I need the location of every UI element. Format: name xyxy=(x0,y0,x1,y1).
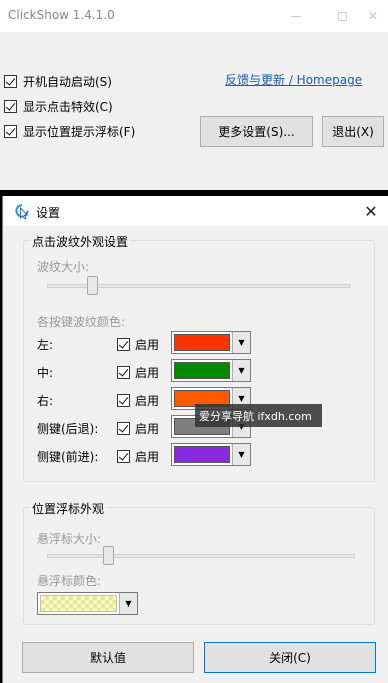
ripple-group-title: 点击波纹外观设置 xyxy=(30,233,131,250)
middle-button-label: 中: xyxy=(37,366,54,380)
minimize-icon xyxy=(291,15,301,17)
dropdown-button[interactable]: ▼ xyxy=(119,593,137,614)
autostart-label: 开机自动启动(S) xyxy=(23,74,112,89)
side-forward-color-picker[interactable]: ▼ xyxy=(171,443,251,466)
close-icon: ✕ xyxy=(364,201,378,221)
ripple-size-slider-thumb[interactable] xyxy=(87,276,99,295)
enable-label: 启用 xyxy=(135,366,160,380)
left-color-picker[interactable]: ▼ xyxy=(171,331,251,354)
middle-color-picker[interactable]: ▼ xyxy=(171,359,251,382)
chevron-down-icon: ▼ xyxy=(238,338,245,347)
dialog-title-bar: 设置 ✕ xyxy=(3,196,388,226)
maximize-icon xyxy=(337,11,347,21)
show-position-marker-label: 显示位置提示浮标(F) xyxy=(23,124,136,139)
title-bar: ClickShow 1.4.1.0 ✕ xyxy=(0,0,388,32)
ripple-size-label: 波纹大小: xyxy=(37,260,90,274)
side-forward-enable-checkbox[interactable]: 启用 xyxy=(117,448,159,465)
left-enable-checkbox[interactable]: 启用 xyxy=(117,336,159,353)
marker-color-picker[interactable]: ▼ xyxy=(37,592,138,615)
enable-label: 启用 xyxy=(135,450,160,464)
enable-label: 启用 xyxy=(135,338,160,352)
chevron-down-icon: ▼ xyxy=(238,366,245,375)
default-values-button[interactable]: 默认值 xyxy=(22,642,194,673)
clickshow-app-icon xyxy=(15,204,29,219)
chevron-down-icon: ▼ xyxy=(125,599,132,608)
right-enable-checkbox[interactable]: 启用 xyxy=(117,392,159,409)
middle-enable-checkbox[interactable]: 启用 xyxy=(117,364,159,381)
marker-size-slider-track[interactable] xyxy=(47,554,355,558)
side-back-enable-checkbox[interactable]: 启用 xyxy=(117,420,159,437)
close-button[interactable]: ✕ xyxy=(358,0,388,32)
checkbox-checked-icon[interactable] xyxy=(117,422,130,435)
ripple-colors-label: 各按键波纹颜色: xyxy=(37,315,126,329)
dropdown-button[interactable]: ▼ xyxy=(232,360,250,381)
checkbox-checked-icon[interactable] xyxy=(4,74,17,88)
watermark: 爱分享导航 ifxdh.com xyxy=(195,404,322,427)
enable-label: 启用 xyxy=(135,422,160,436)
marker-group-title: 位置浮标外观 xyxy=(30,500,107,517)
left-color-swatch xyxy=(174,334,230,351)
checkbox-checked-icon[interactable] xyxy=(4,99,17,113)
show-click-effect-label: 显示点击特效(C) xyxy=(23,99,113,114)
marker-size-slider-thumb[interactable] xyxy=(103,546,115,565)
window-title: ClickShow 1.4.1.0 xyxy=(8,8,115,22)
settings-dialog: 设置 ✕ 点击波纹外观设置 波纹大小: 各按键波纹颜色: 左: 启用 ▼ 中: … xyxy=(2,196,388,683)
checkbox-checked-icon[interactable] xyxy=(117,366,130,379)
exit-button[interactable]: 退出(X) xyxy=(322,116,384,147)
marker-color-label: 悬浮标颜色: xyxy=(37,574,102,588)
chevron-down-icon: ▼ xyxy=(238,394,245,403)
checkbox-checked-icon[interactable] xyxy=(117,450,130,463)
show-click-effect-checkbox[interactable]: 显示点击特效(C) xyxy=(4,98,113,114)
autostart-checkbox[interactable]: 开机自动启动(S) xyxy=(4,73,112,89)
checkbox-checked-icon[interactable] xyxy=(117,338,130,351)
side-forward-color-swatch xyxy=(174,446,230,463)
homepage-link[interactable]: 反馈与更新 / Homepage xyxy=(225,71,362,88)
close-settings-button[interactable]: 关闭(C) xyxy=(204,642,376,673)
enable-label: 启用 xyxy=(135,394,160,408)
show-position-marker-checkbox[interactable]: 显示位置提示浮标(F) xyxy=(4,123,135,139)
marker-color-swatch xyxy=(40,595,117,612)
more-settings-button[interactable]: 更多设置(S)... xyxy=(200,116,313,147)
checkbox-checked-icon[interactable] xyxy=(4,124,17,138)
checkbox-checked-icon[interactable] xyxy=(117,394,130,407)
dialog-title: 设置 xyxy=(36,206,61,220)
side-forward-button-label: 侧键(前进): xyxy=(37,450,99,464)
maximize-button[interactable] xyxy=(322,0,362,32)
close-icon: ✕ xyxy=(367,9,379,23)
main-window: ClickShow 1.4.1.0 ✕ 开机自动启动(S) 显示点击特效(C) … xyxy=(0,0,388,190)
side-back-button-label: 侧键(后退): xyxy=(37,422,99,436)
chevron-down-icon: ▼ xyxy=(238,450,245,459)
marker-size-label: 悬浮标大小: xyxy=(37,532,102,546)
dropdown-button[interactable]: ▼ xyxy=(232,332,250,353)
middle-color-swatch xyxy=(174,362,230,379)
dialog-close-button[interactable]: ✕ xyxy=(359,200,383,222)
right-button-label: 右: xyxy=(37,394,54,408)
left-button-label: 左: xyxy=(37,338,54,352)
minimize-button[interactable] xyxy=(276,0,316,32)
dropdown-button[interactable]: ▼ xyxy=(232,444,250,465)
